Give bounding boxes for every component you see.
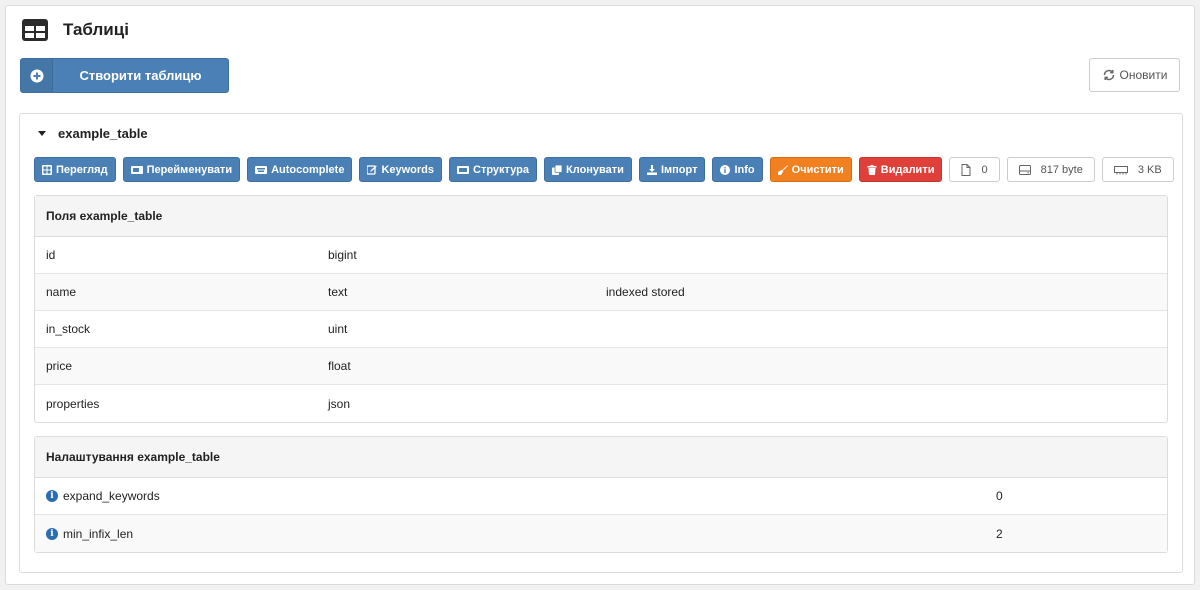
setting-name: min_infix_len	[63, 526, 134, 541]
table-row: in_stock uint	[35, 311, 1167, 348]
rename-button[interactable]: Перейменувати	[122, 157, 241, 182]
docs-count-value: 0	[981, 163, 988, 176]
memory-size-value: 3 KB	[1137, 163, 1162, 176]
structure-label: Структура	[473, 163, 530, 176]
trash-icon	[867, 164, 877, 175]
table-toolbar: Перегляд Перейменувати Autocomplete Keyw…	[34, 157, 1174, 182]
page-title: Таблиці	[63, 20, 129, 39]
setting-value: 2	[996, 526, 1003, 541]
view-button[interactable]: Перегляд	[34, 157, 116, 182]
refresh-icon	[1103, 69, 1114, 81]
field-props: indexed stored	[606, 285, 685, 299]
table-name: example_table	[58, 126, 148, 141]
field-type: json	[328, 396, 351, 411]
clear-button[interactable]: Очистити	[769, 157, 852, 182]
setting-name-wrap: i min_infix_len	[46, 527, 133, 541]
clear-label: Очистити	[791, 163, 844, 176]
refresh-button[interactable]: Оновити	[1089, 58, 1180, 92]
import-label: Імпорт	[660, 163, 698, 176]
memory-size-badge: 3 KB	[1101, 157, 1174, 182]
settings-title: Налаштування example_table	[35, 437, 1167, 478]
structure-button[interactable]: Структура	[449, 157, 538, 182]
setting-name-wrap: i expand_keywords	[46, 489, 160, 503]
keyboard-icon	[255, 165, 268, 174]
fields-title: Поля example_table	[35, 196, 1167, 237]
table-icon	[22, 19, 48, 41]
table-row: properties json	[35, 385, 1167, 422]
refresh-label: Оновити	[1119, 68, 1168, 82]
keywords-label: Keywords	[381, 163, 435, 176]
table-row: name text indexed stored	[35, 274, 1167, 311]
autocomplete-label: Autocomplete	[271, 163, 345, 176]
grid-icon	[42, 164, 52, 175]
field-type: text	[328, 285, 348, 299]
memory-icon	[1113, 165, 1128, 174]
plus-circle-icon	[21, 59, 53, 92]
clone-button[interactable]: Клонувати	[544, 157, 632, 182]
table-panel: example_table Перегляд Перейменувати Aut…	[19, 113, 1183, 573]
info-icon[interactable]: i	[46, 490, 58, 502]
page-header: Таблиці	[21, 18, 129, 42]
field-type: float	[328, 359, 351, 373]
delete-button[interactable]: Видалити	[858, 157, 943, 182]
table-row: price float	[35, 348, 1167, 385]
info-button[interactable]: Info	[712, 157, 763, 182]
delete-label: Видалити	[880, 163, 935, 176]
rename-icon	[130, 165, 143, 174]
table-toggle[interactable]: example_table	[38, 126, 148, 141]
view-label: Перегляд	[56, 163, 108, 176]
info-icon	[720, 164, 731, 175]
structure-icon	[457, 165, 470, 174]
clone-label: Клонувати	[566, 163, 624, 176]
keywords-button[interactable]: Keywords	[359, 157, 443, 182]
table-row: id bigint	[35, 237, 1167, 274]
fields-box: Поля example_table id bigint name text i…	[34, 195, 1168, 423]
copy-icon	[552, 164, 563, 175]
table-row: i expand_keywords 0	[35, 478, 1167, 515]
download-icon	[646, 164, 657, 175]
disk-size-badge: 817 byte	[1006, 157, 1095, 182]
caret-down-icon	[38, 131, 46, 136]
hdd-icon	[1018, 164, 1031, 175]
field-name: id	[46, 248, 56, 262]
field-name: properties	[46, 396, 100, 411]
field-name: price	[46, 359, 73, 373]
broom-icon	[777, 164, 788, 175]
import-button[interactable]: Імпорт	[638, 157, 706, 182]
field-type: uint	[328, 322, 348, 336]
info-label: Info	[734, 163, 755, 176]
docs-count-badge: 0	[949, 157, 1000, 182]
create-table-button[interactable]: Створити таблицю	[20, 58, 229, 93]
disk-size-value: 817 byte	[1040, 163, 1083, 176]
file-icon	[961, 163, 971, 176]
autocomplete-button[interactable]: Autocomplete	[247, 157, 353, 182]
table-row: i min_infix_len 2	[35, 515, 1167, 552]
setting-value: 0	[996, 489, 1003, 503]
rename-label: Перейменувати	[146, 163, 233, 176]
field-name: in_stock	[46, 322, 91, 336]
edit-icon	[367, 164, 378, 175]
info-icon[interactable]: i	[46, 527, 58, 540]
settings-box: Налаштування example_table i expand_keyw…	[34, 436, 1168, 553]
field-name: name	[46, 285, 77, 299]
page-container: Таблиці Створити таблицю Оновити example…	[5, 5, 1195, 585]
setting-name: expand_keywords	[63, 489, 160, 503]
field-type: bigint	[328, 248, 357, 262]
create-table-label: Створити таблицю	[79, 68, 202, 83]
